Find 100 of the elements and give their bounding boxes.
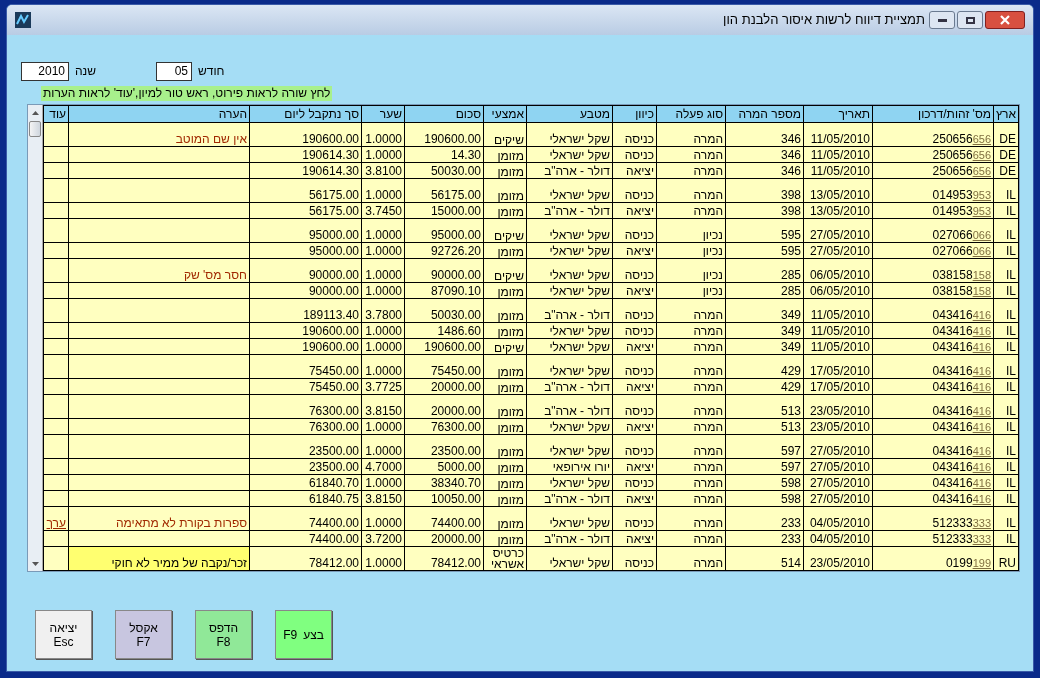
table-cell: 597 [780, 444, 801, 458]
table-cell: 1.0000 [365, 244, 402, 258]
table-cell: 13/05/2010 [809, 204, 870, 218]
table-cell-text: מזומן [496, 407, 524, 418]
column-header[interactable]: מטבע [526, 105, 613, 123]
table-cell: 349 [780, 308, 801, 322]
minimize-button[interactable] [929, 11, 955, 29]
table-cell: 1.0000 [365, 188, 402, 202]
table-cell: 285 [780, 284, 801, 298]
id-number: 038158 [932, 269, 973, 282]
table-cell: IL [1006, 380, 1016, 394]
table-cell: 1.0000 [365, 132, 402, 146]
column-header[interactable]: תאריך [803, 105, 873, 123]
id-suffix: 416 [972, 405, 991, 418]
note-text: חסר מס' שק [183, 268, 247, 282]
table-cell: IL [1006, 324, 1016, 338]
filter-input[interactable]: 05 [156, 61, 193, 81]
table-cell: המרה [693, 148, 723, 162]
id-suffix: 416 [972, 421, 991, 434]
table-cell: 1.0000 [365, 364, 402, 378]
table-cell: 3.8150 [365, 404, 402, 418]
scroll-thumb[interactable] [29, 121, 41, 137]
table-cell: 23500.00 [308, 444, 359, 458]
table-cell: נכיון [702, 228, 723, 242]
column-header[interactable]: סכום [404, 105, 484, 123]
table-cell: יציאה [626, 380, 654, 394]
table-cell: 190600.00 [424, 340, 481, 354]
table-cell: 90000.00 [308, 268, 359, 282]
table-cell: 74400.00 [308, 532, 359, 546]
table-cell: כניסה [624, 268, 654, 282]
table-cell: המרה [693, 404, 723, 418]
table-cell: המרה [693, 556, 723, 570]
table-cell: 27/05/2010 [809, 244, 870, 258]
scrollbar[interactable] [28, 105, 43, 571]
column-header[interactable]: הערה [68, 105, 250, 123]
table-cell: IL [1006, 476, 1016, 490]
table-cell: דולר - ארה"ב [544, 380, 610, 394]
table-cell-text: מזומן [496, 287, 524, 298]
table-cell: 75450.00 [308, 380, 359, 394]
id-number: 043416 [932, 365, 973, 378]
table-cell: יציאה [626, 204, 654, 218]
table-cell: IL [1006, 284, 1016, 298]
table-cell: המרה [693, 476, 723, 490]
table-cell-text: מזומן [496, 535, 524, 546]
table-cell: שקל ישראלי [549, 244, 610, 258]
id-number: 043416 [932, 309, 973, 322]
table-cell: 3.7725 [365, 380, 402, 394]
table-cell: IL [1006, 404, 1016, 418]
close-button[interactable] [985, 11, 1025, 29]
column-header[interactable]: סוג פעלה [656, 105, 726, 123]
table-cell: IL [1006, 204, 1016, 218]
id-suffix: 953 [972, 189, 991, 202]
table-cell-text: מזומן [496, 479, 524, 490]
note-text: ספרות בקורת לא מתאימה [115, 516, 247, 530]
maximize-button[interactable] [957, 11, 983, 29]
table-cell: 75450.00 [308, 364, 359, 378]
filter-label: חודש [198, 63, 225, 80]
table-cell: 285 [780, 268, 801, 282]
table-cell: 50030.00 [430, 308, 481, 322]
column-header[interactable]: עוד [43, 105, 69, 123]
column-header[interactable]: סך נתקבל ליום [249, 105, 362, 123]
column-header[interactable]: שער [361, 105, 405, 123]
table-cell: 595 [780, 244, 801, 258]
column-header[interactable]: אמצעי [483, 105, 527, 123]
table-cell: שקל ישראלי [549, 132, 610, 146]
table-cell: דולר - ארה"ב [544, 164, 610, 178]
table-cell: שקל ישראלי [549, 420, 610, 434]
table-cell: 3.7800 [365, 308, 402, 322]
column-header[interactable]: מספר המרה [725, 105, 804, 123]
table-cell: 61840.70 [308, 476, 359, 490]
filter-input[interactable]: 2010 [21, 61, 69, 81]
table-cell: 429 [780, 364, 801, 378]
table-cell: IL [1006, 364, 1016, 378]
table-cell: 1.0000 [365, 516, 402, 530]
table-cell: 23/05/2010 [809, 420, 870, 434]
table-cell: 13/05/2010 [809, 188, 870, 202]
table-cell: המרה [693, 324, 723, 338]
id-number: 043416 [932, 461, 973, 474]
table-cell: 76300.00 [430, 420, 481, 434]
table-cell: 189113.40 [303, 308, 359, 322]
table-cell: IL [1006, 188, 1016, 202]
table-cell: IL [1006, 460, 1016, 474]
table-cell: 78412.00 [430, 556, 481, 570]
table-cell: 04/05/2010 [809, 516, 870, 530]
table-cell: 27/05/2010 [809, 476, 870, 490]
column-header[interactable]: מס' זהות/דרכון [872, 105, 994, 123]
id-suffix: 953 [972, 205, 991, 218]
id-suffix: 656 [972, 165, 991, 178]
column-header[interactable]: כיוון [612, 105, 657, 123]
table-cell: 513 [780, 404, 801, 418]
table-cell: 90000.00 [430, 268, 481, 282]
close-icon[interactable] [1000, 15, 1010, 25]
table-cell: 3.8150 [365, 492, 402, 506]
table-cell: המרה [693, 492, 723, 506]
table-cell-text: מזומן [496, 423, 524, 434]
table-cell: 1.0000 [365, 284, 402, 298]
column-header[interactable]: ארץ [993, 105, 1019, 123]
id-number: 043416 [932, 493, 973, 506]
id-suffix: 416 [972, 381, 991, 394]
table-cell: כניסה [624, 364, 654, 378]
